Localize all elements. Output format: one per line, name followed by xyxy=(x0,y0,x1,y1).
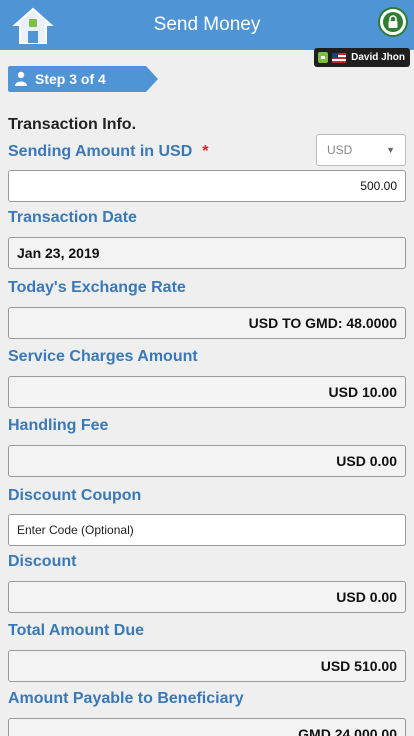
exchange-rate-label: Today's Exchange Rate xyxy=(8,279,186,296)
section-title: Transaction Info. xyxy=(8,116,137,133)
exchange-rate-field: USD TO GMD: 48.0000 xyxy=(8,307,406,339)
step-indicator: Step 3 of 4 xyxy=(8,66,158,92)
discount-coupon-input[interactable]: Enter Code (Optional) xyxy=(8,514,406,546)
currency-value: USD xyxy=(327,143,353,157)
payable-beneficiary-field: GMD 24,000.00 xyxy=(8,718,406,736)
user-badge[interactable]: David Jhon xyxy=(314,48,410,67)
us-flag-icon xyxy=(332,52,347,63)
service-charges-field: USD 10.00 xyxy=(8,376,406,408)
sending-amount-input[interactable]: 500.00 xyxy=(8,170,406,202)
handling-fee-field: USD 0.00 xyxy=(8,445,406,477)
required-mark: * xyxy=(202,143,209,160)
page-title: Send Money xyxy=(153,14,261,35)
currency-select[interactable]: USD ▼ xyxy=(316,134,406,166)
discount-coupon-label: Discount Coupon xyxy=(8,487,142,504)
handling-fee-label: Handling Fee xyxy=(8,417,109,434)
service-charges-label: Service Charges Amount xyxy=(8,348,198,365)
transaction-date-label: Transaction Date xyxy=(8,209,137,226)
total-due-label: Total Amount Due xyxy=(8,622,144,639)
lock-icon xyxy=(383,12,403,32)
user-icon xyxy=(15,71,27,86)
sending-amount-label: Sending Amount in USD * xyxy=(8,143,209,160)
lock-icon xyxy=(318,52,329,63)
step-label: Step 3 of 4 xyxy=(35,71,106,87)
total-due-field: USD 510.00 xyxy=(8,650,406,682)
discount-field: USD 0.00 xyxy=(8,581,406,613)
user-name: David Jhon xyxy=(351,52,405,63)
transaction-date-field: Jan 23, 2019 xyxy=(8,237,406,269)
app-header: Send Money xyxy=(0,0,414,50)
payable-beneficiary-label: Amount Payable to Beneficiary xyxy=(8,690,244,707)
chevron-down-icon: ▼ xyxy=(386,145,395,155)
discount-label: Discount xyxy=(8,553,77,570)
logout-button[interactable] xyxy=(378,7,408,37)
